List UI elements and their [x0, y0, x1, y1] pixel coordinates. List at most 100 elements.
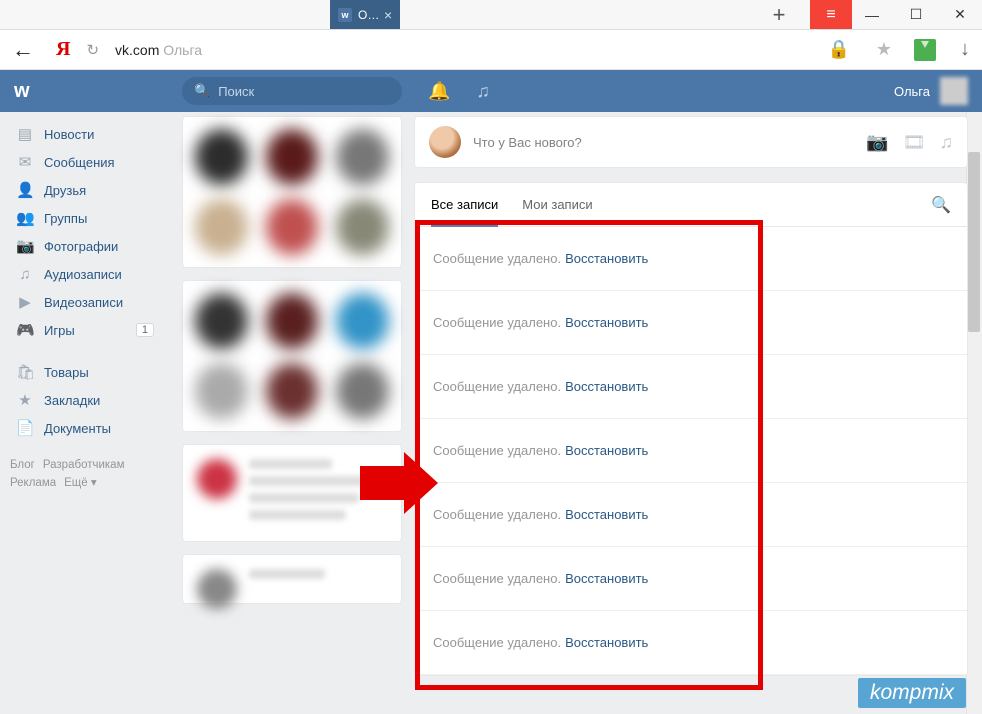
footer-dev[interactable]: Разработчикам [43, 459, 125, 471]
sidebar-item-games[interactable]: 🎮 Игры 1 [10, 316, 170, 344]
minimize-button[interactable]: — [850, 0, 894, 29]
browser-menu-button[interactable]: ≡ [810, 0, 852, 29]
friend-avatar[interactable] [336, 129, 389, 185]
friend-avatar[interactable] [336, 293, 389, 349]
sidebar-item-label: Аудиозаписи [44, 267, 122, 282]
sidebar-item-label: Товары [44, 365, 89, 380]
friend-avatar[interactable] [195, 199, 248, 255]
sidebar-item-label: Игры [44, 323, 75, 338]
restore-link[interactable]: Восстановить [565, 443, 648, 458]
restore-link[interactable]: Восстановить [565, 571, 648, 586]
photos-icon: 📷 [16, 237, 34, 255]
tab-title: О… [358, 8, 378, 22]
sidebar-item-label: Документы [44, 421, 111, 436]
extension-icon[interactable] [914, 39, 936, 61]
restore-link[interactable]: Восстановить [565, 379, 648, 394]
close-window-button[interactable]: ✕ [938, 0, 982, 29]
footer-ads[interactable]: Реклама [10, 477, 56, 489]
sidebar-item-groups[interactable]: 👥Группы [10, 204, 170, 232]
blurred-post [182, 554, 402, 604]
tab-my-posts[interactable]: Мои записи [522, 184, 592, 225]
user-menu[interactable]: Ольга [894, 70, 968, 112]
vk-logo-icon[interactable]: w [14, 80, 42, 103]
url-domain: vk.com [115, 42, 159, 58]
sidebar-item-news[interactable]: ▤Новости [10, 120, 170, 148]
friend-avatar[interactable] [195, 129, 248, 185]
deleted-message: Сообщение удалено. [433, 443, 561, 458]
reload-button[interactable]: ↻ [86, 41, 99, 59]
deleted-post-row: Сообщение удалено. Восстановить [415, 611, 967, 675]
friends-column [170, 112, 410, 714]
deleted-message: Сообщение удалено. [433, 379, 561, 394]
watermark: kompmix [858, 678, 966, 708]
url-field[interactable]: vk.com Ольга [115, 42, 801, 58]
downloads-icon[interactable]: ↓ [960, 38, 970, 61]
browser-tab[interactable]: w О… × [330, 0, 400, 29]
blurred-post [182, 444, 402, 542]
attach-audio-icon[interactable]: ♫ [940, 132, 954, 153]
news-icon: ▤ [16, 125, 34, 143]
footer-blog[interactable]: Блог [10, 459, 35, 471]
sidebar-item-video[interactable]: ▶Видеозаписи [10, 288, 170, 316]
new-tab-button[interactable]: + [761, 0, 797, 29]
sidebar-item-docs[interactable]: 📄Документы [10, 414, 170, 442]
sidebar-item-audio[interactable]: ♫ Аудиозаписи [10, 260, 170, 288]
search-input[interactable]: 🔍 Поиск [182, 77, 402, 105]
friend-avatar[interactable] [266, 363, 319, 419]
sidebar-item-label: Фотографии [44, 239, 118, 254]
close-tab-icon[interactable]: × [384, 7, 392, 23]
wall-search-icon[interactable]: 🔍 [931, 195, 951, 215]
back-button[interactable]: ← [12, 37, 40, 63]
window-titlebar: w О… × + ≡ — ☐ ✕ [0, 0, 982, 30]
url-title: Ольга [163, 42, 202, 58]
friend-avatar[interactable] [195, 363, 248, 419]
username-label: Ольга [894, 84, 930, 99]
sidebar-item-goods[interactable]: 🛍Товары [10, 358, 170, 386]
vk-header: w 🔍 Поиск 🔔 ♫ Ольга [0, 70, 982, 112]
deleted-message: Сообщение удалено. [433, 571, 561, 586]
attach-photo-icon[interactable]: 📷 [866, 132, 888, 153]
footer-more[interactable]: Ещё ▾ [64, 477, 97, 489]
friend-avatar[interactable] [266, 129, 319, 185]
sidebar-item-bookmarks[interactable]: ★Закладки [10, 386, 170, 414]
friend-avatar[interactable] [266, 293, 319, 349]
post-avatar [197, 569, 237, 609]
restore-link[interactable]: Восстановить [565, 315, 648, 330]
tab-all-posts[interactable]: Все записи [431, 184, 498, 227]
friend-avatar[interactable] [336, 199, 389, 255]
sidebar-item-label: Видеозаписи [44, 295, 123, 310]
audio-icon: ♫ [16, 266, 34, 283]
music-icon[interactable]: ♫ [476, 81, 490, 102]
footer-links: Блог Разработчикам Реклама Ещё ▾ [10, 456, 170, 492]
deleted-post-row: Сообщение удалено. Восстановить [415, 547, 967, 611]
attach-video-icon[interactable]: 🎞 [903, 132, 926, 153]
sidebar-item-messages[interactable]: ✉Сообщения [10, 148, 170, 176]
content-area: ▤Новости ✉Сообщения 👤Друзья 👥Группы 📷 Фот… [0, 112, 982, 714]
sidebar: ▤Новости ✉Сообщения 👤Друзья 👥Группы 📷 Фот… [0, 112, 170, 714]
menu-icon: ≡ [826, 6, 835, 24]
sidebar-item-friends[interactable]: 👤Друзья [10, 176, 170, 204]
restore-link[interactable]: Восстановить [565, 635, 648, 650]
restore-link[interactable]: Восстановить [565, 507, 648, 522]
notifications-icon[interactable]: 🔔 [428, 81, 450, 102]
sidebar-item-photos[interactable]: 📷 Фотографии [10, 232, 170, 260]
messages-icon: ✉ [16, 153, 34, 171]
lock-icon[interactable]: 🔒 [827, 39, 849, 60]
games-icon: 🎮 [16, 321, 34, 339]
bookmark-icon[interactable]: ★ [876, 39, 892, 60]
restore-link[interactable]: Восстановить [565, 251, 648, 266]
maximize-button[interactable]: ☐ [894, 0, 938, 29]
search-placeholder: Поиск [218, 84, 254, 99]
composer[interactable]: Что у Вас нового? 📷 🎞 ♫ [414, 116, 968, 168]
yandex-logo[interactable]: Я [56, 38, 70, 61]
friend-avatar[interactable] [266, 199, 319, 255]
deleted-post-row: Сообщение удалено. Восстановить [415, 419, 967, 483]
friends-icon: 👤 [16, 181, 34, 199]
composer-avatar [429, 126, 461, 158]
friend-avatar[interactable] [195, 293, 248, 349]
friend-avatar[interactable] [336, 363, 389, 419]
games-badge: 1 [136, 323, 154, 337]
deleted-message: Сообщение удалено. [433, 635, 561, 650]
deleted-post-row: Сообщение удалено.Восстановить [415, 483, 967, 547]
address-bar: ← Я ↻ vk.com Ольга 🔒 ★ ↓ [0, 30, 982, 70]
